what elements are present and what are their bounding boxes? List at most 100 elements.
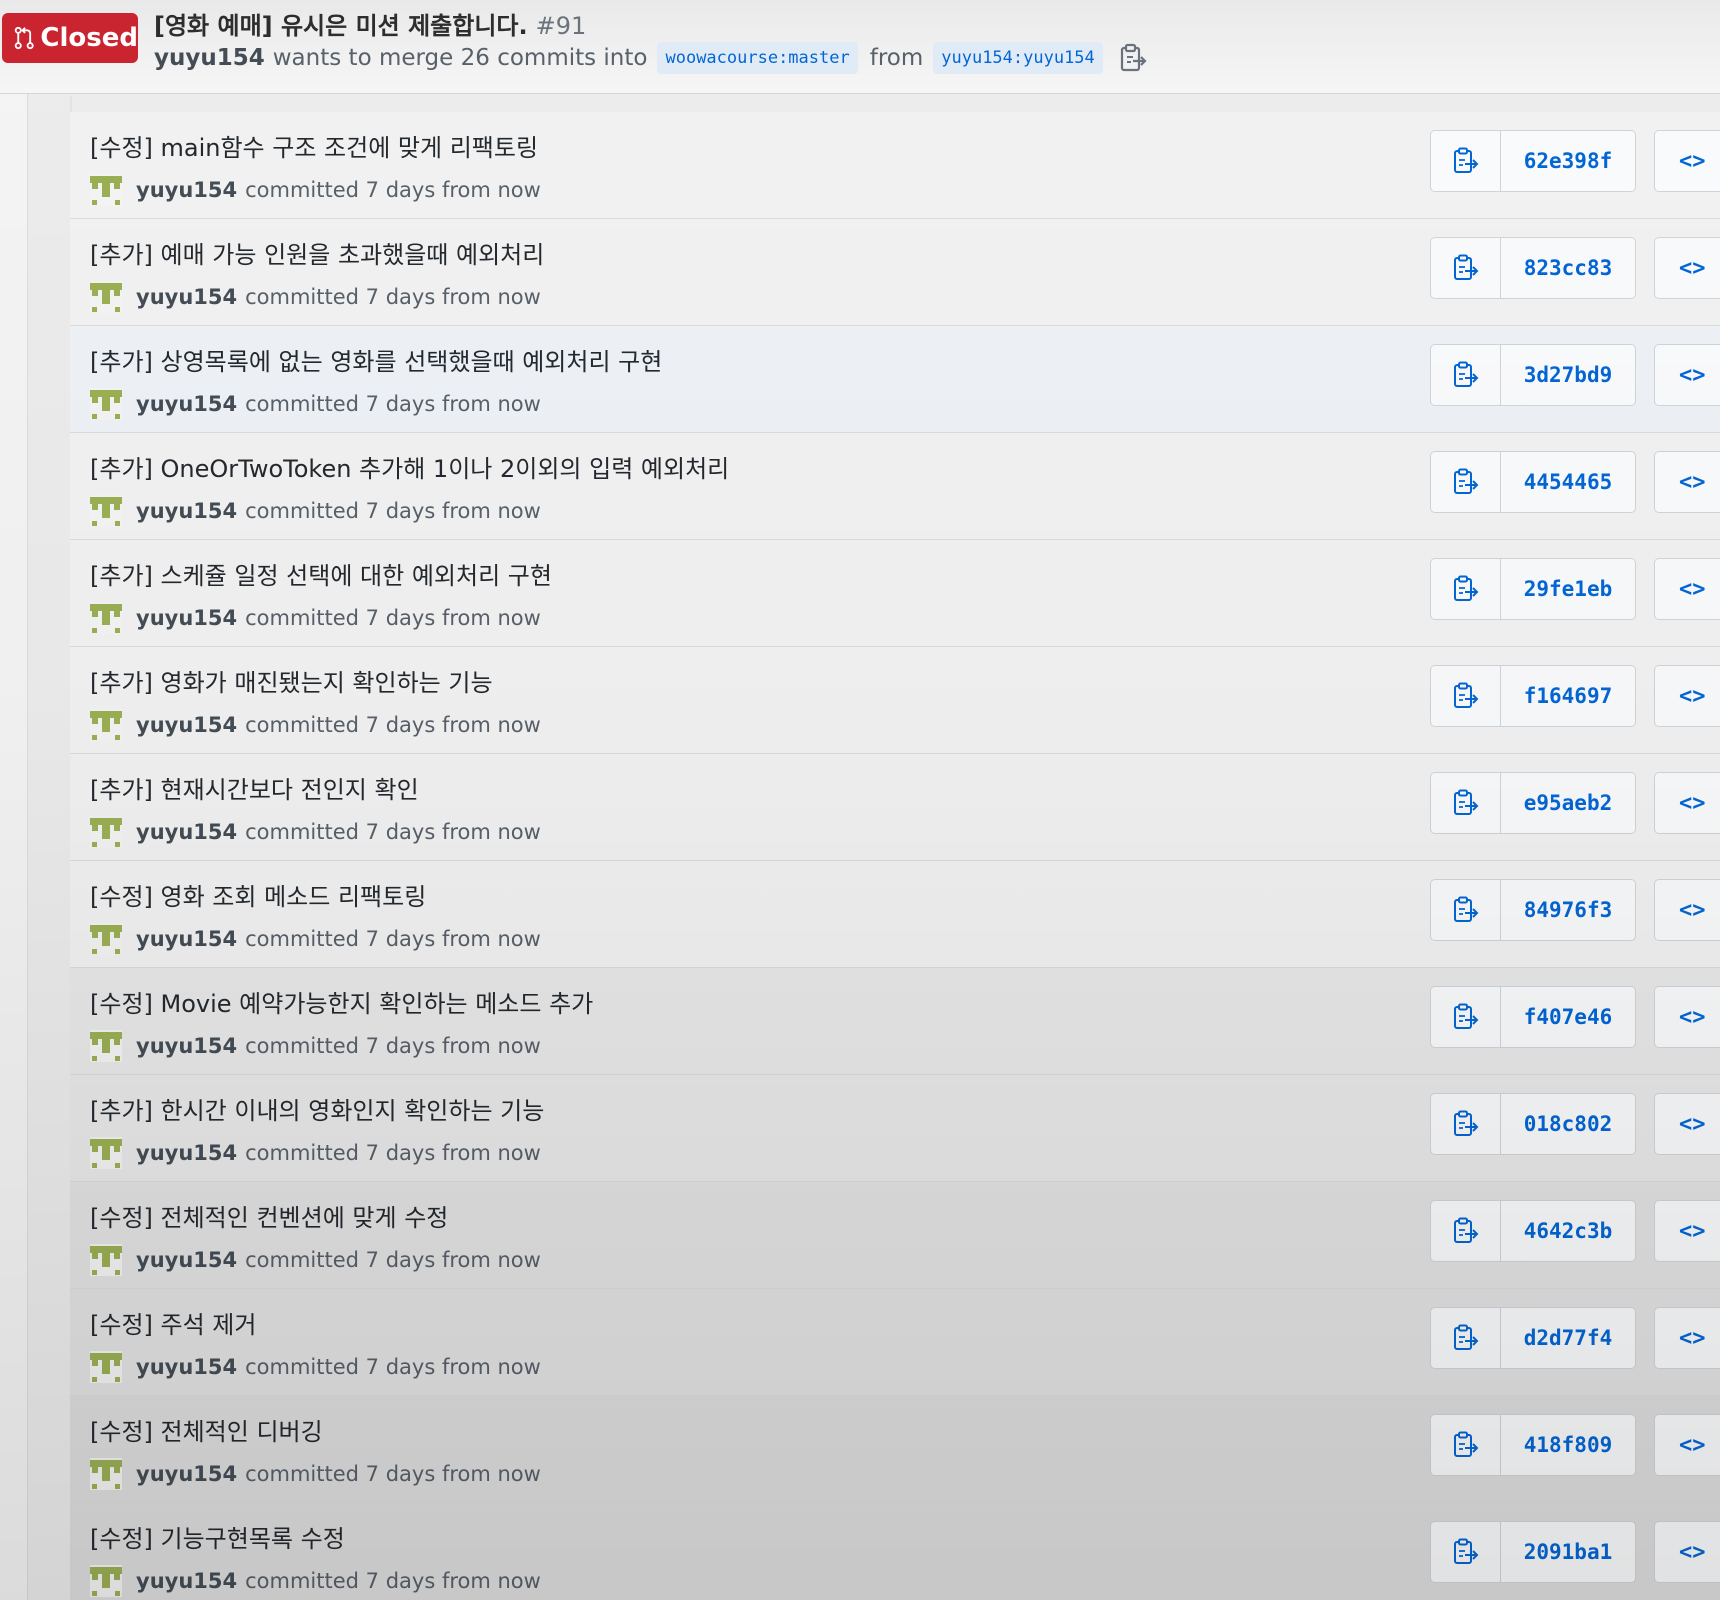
commit-author-link[interactable]: yuyu154 bbox=[136, 392, 237, 416]
identicon-avatar[interactable] bbox=[90, 1458, 122, 1490]
commit-sha-link[interactable]: f407e46 bbox=[1501, 987, 1635, 1047]
copy-sha-button[interactable] bbox=[1431, 773, 1501, 833]
identicon-avatar[interactable] bbox=[90, 923, 122, 955]
copy-sha-button[interactable] bbox=[1431, 345, 1501, 405]
commit-action: committed bbox=[245, 178, 359, 202]
code-icon: <> bbox=[1679, 790, 1706, 816]
commit-sha-group: 84976f3 bbox=[1430, 879, 1636, 941]
browse-repo-button[interactable]: <> bbox=[1654, 558, 1720, 620]
browse-repo-button[interactable]: <> bbox=[1654, 130, 1720, 192]
commit-author-link[interactable]: yuyu154 bbox=[136, 285, 237, 309]
copy-sha-button[interactable] bbox=[1431, 880, 1501, 940]
copy-sha-button[interactable] bbox=[1431, 1201, 1501, 1261]
commit-time: 7 days from now bbox=[365, 1355, 541, 1379]
identicon-avatar[interactable] bbox=[90, 1030, 122, 1062]
browse-repo-button[interactable]: <> bbox=[1654, 986, 1720, 1048]
commit-sha-link[interactable]: e95aeb2 bbox=[1501, 773, 1635, 833]
commit-sha-link[interactable]: 29fe1eb bbox=[1501, 559, 1635, 619]
commit-sha-link[interactable]: 2091ba1 bbox=[1501, 1522, 1635, 1582]
commit-sha-link[interactable]: 4642c3b bbox=[1501, 1201, 1635, 1261]
commit-sha-link[interactable]: 418f809 bbox=[1501, 1415, 1635, 1475]
commit-author-link[interactable]: yuyu154 bbox=[136, 1034, 237, 1058]
commit-message-link[interactable]: [수정] 전체적인 컨벤션에 맞게 수정 bbox=[90, 1198, 448, 1233]
copy-sha-button[interactable] bbox=[1431, 1094, 1501, 1154]
commit-author-link[interactable]: yuyu154 bbox=[136, 1248, 237, 1272]
commit-list: [수정] main함수 구조 조건에 맞게 리팩토링 yuyu154 commi… bbox=[70, 112, 1720, 1600]
head-branch-label[interactable]: yuyu154:yuyu154 bbox=[933, 42, 1103, 74]
browse-repo-button[interactable]: <> bbox=[1654, 1307, 1720, 1369]
commit-action: committed bbox=[245, 1355, 359, 1379]
browse-repo-button[interactable]: <> bbox=[1654, 772, 1720, 834]
commit-row: [수정] Movie 예약가능한지 확인하는 메소드 추가 yuyu154 co… bbox=[70, 968, 1720, 1075]
commit-sha-link[interactable]: 823cc83 bbox=[1501, 238, 1635, 298]
browse-repo-button[interactable]: <> bbox=[1654, 344, 1720, 406]
commit-author-link[interactable]: yuyu154 bbox=[136, 713, 237, 737]
copy-sha-button[interactable] bbox=[1431, 666, 1501, 726]
commit-message-link[interactable]: [추가] 예매 가능 인원을 초과했을때 예외처리 bbox=[90, 235, 544, 270]
identicon-avatar[interactable] bbox=[90, 602, 122, 634]
commit-author-link[interactable]: yuyu154 bbox=[136, 927, 237, 951]
browse-repo-button[interactable]: <> bbox=[1654, 879, 1720, 941]
identicon-avatar[interactable] bbox=[90, 495, 122, 527]
commit-author-link[interactable]: yuyu154 bbox=[136, 1569, 237, 1593]
copy-sha-button[interactable] bbox=[1431, 1415, 1501, 1475]
copy-sha-button[interactable] bbox=[1431, 559, 1501, 619]
browse-repo-button[interactable]: <> bbox=[1654, 1521, 1720, 1583]
copy-sha-button[interactable] bbox=[1431, 987, 1501, 1047]
commit-message-link[interactable]: [수정] 전체적인 디버깅 bbox=[90, 1412, 323, 1447]
commit-author-link[interactable]: yuyu154 bbox=[136, 820, 237, 844]
copy-branch-icon[interactable] bbox=[1119, 43, 1147, 73]
identicon-avatar[interactable] bbox=[90, 1565, 122, 1597]
commit-message-link[interactable]: [추가] 상영목록에 없는 영화를 선택했을때 예외처리 구현 bbox=[90, 342, 662, 377]
commit-message-link[interactable]: [수정] 주석 제거 bbox=[90, 1305, 256, 1340]
identicon-avatar[interactable] bbox=[90, 1244, 122, 1276]
identicon-avatar[interactable] bbox=[90, 1137, 122, 1169]
copy-sha-button[interactable] bbox=[1431, 452, 1501, 512]
commit-message-link[interactable]: [수정] Movie 예약가능한지 확인하는 메소드 추가 bbox=[90, 984, 593, 1019]
copy-sha-button[interactable] bbox=[1431, 1308, 1501, 1368]
browse-repo-button[interactable]: <> bbox=[1654, 1093, 1720, 1155]
copy-sha-button[interactable] bbox=[1431, 1522, 1501, 1582]
commit-sha-group: 823cc83 bbox=[1430, 237, 1636, 299]
base-branch-label[interactable]: woowacourse:master bbox=[657, 42, 858, 74]
commit-author-link[interactable]: yuyu154 bbox=[136, 1141, 237, 1165]
commit-sha-link[interactable]: 3d27bd9 bbox=[1501, 345, 1635, 405]
browse-repo-button[interactable]: <> bbox=[1654, 1414, 1720, 1476]
commit-sha-link[interactable]: 84976f3 bbox=[1501, 880, 1635, 940]
browse-repo-button[interactable]: <> bbox=[1654, 665, 1720, 727]
commit-message-link[interactable]: [추가] 한시간 이내의 영화인지 확인하는 기능 bbox=[90, 1091, 544, 1126]
commit-message-link[interactable]: [추가] OneOrTwoToken 추가해 1이나 2이외의 입력 예외처리 bbox=[90, 449, 729, 484]
identicon-avatar[interactable] bbox=[90, 281, 122, 313]
copy-sha-button[interactable] bbox=[1431, 131, 1501, 191]
commit-sha-link[interactable]: d2d77f4 bbox=[1501, 1308, 1635, 1368]
identicon-avatar[interactable] bbox=[90, 1351, 122, 1383]
commit-sha-link[interactable]: 62e398f bbox=[1501, 131, 1635, 191]
browse-repo-button[interactable]: <> bbox=[1654, 1200, 1720, 1262]
commit-sha-link[interactable]: 4454465 bbox=[1501, 452, 1635, 512]
commit-message-link[interactable]: [추가] 스케쥴 일정 선택에 대한 예외처리 구현 bbox=[90, 556, 552, 591]
identicon-avatar[interactable] bbox=[90, 388, 122, 420]
code-icon: <> bbox=[1679, 1004, 1706, 1030]
identicon-avatar[interactable] bbox=[90, 709, 122, 741]
commit-author-link[interactable]: yuyu154 bbox=[136, 1462, 237, 1486]
commit-author-link[interactable]: yuyu154 bbox=[136, 1355, 237, 1379]
commit-message-link[interactable]: [수정] main함수 구조 조건에 맞게 리팩토링 bbox=[90, 128, 538, 163]
commit-message-link[interactable]: [수정] 기능구현목록 수정 bbox=[90, 1519, 345, 1554]
commit-action: committed bbox=[245, 820, 359, 844]
commit-sha-link[interactable]: 018c802 bbox=[1501, 1094, 1635, 1154]
identicon-avatar[interactable] bbox=[90, 816, 122, 848]
commit-message-link[interactable]: [추가] 현재시간보다 전인지 확인 bbox=[90, 770, 419, 805]
commit-message-link[interactable]: [추가] 영화가 매진됐는지 확인하는 기능 bbox=[90, 663, 493, 698]
identicon-avatar[interactable] bbox=[90, 174, 122, 206]
commit-sha-group: 2091ba1 bbox=[1430, 1521, 1636, 1583]
commit-author-link[interactable]: yuyu154 bbox=[136, 606, 237, 630]
commit-author-link[interactable]: yuyu154 bbox=[136, 499, 237, 523]
browse-repo-button[interactable]: <> bbox=[1654, 451, 1720, 513]
commit-row: [추가] 현재시간보다 전인지 확인 yuyu154 committed 7 d… bbox=[70, 754, 1720, 861]
commit-message-link[interactable]: [수정] 영화 조회 메소드 리팩토링 bbox=[90, 877, 426, 912]
commit-author-link[interactable]: yuyu154 bbox=[136, 178, 237, 202]
pr-author-link[interactable]: yuyu154 bbox=[154, 45, 265, 71]
commit-sha-link[interactable]: f164697 bbox=[1501, 666, 1635, 726]
copy-sha-button[interactable] bbox=[1431, 238, 1501, 298]
browse-repo-button[interactable]: <> bbox=[1654, 237, 1720, 299]
